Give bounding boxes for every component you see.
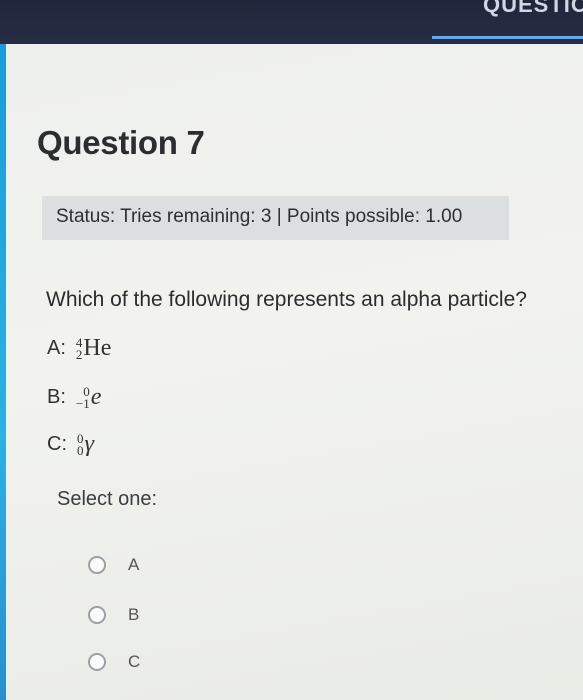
option-b[interactable]: B	[88, 605, 139, 625]
answer-b-label: B:	[47, 386, 66, 408]
atomic-number: −1	[75, 395, 90, 411]
status-text: Status: Tries remaining: 3 | Points poss…	[56, 206, 463, 227]
radio-button-c[interactable]	[88, 653, 106, 671]
answer-c: C: 0 0 γ	[47, 431, 94, 458]
helium-nuclide: 4 2 He	[76, 335, 111, 362]
particle-symbol: e	[90, 384, 102, 410]
answer-a-label: A:	[47, 337, 66, 359]
option-c[interactable]: C	[88, 652, 140, 672]
atomic-number: 2	[75, 346, 83, 362]
answer-a: A: 4 2 He	[47, 335, 111, 362]
option-b-label[interactable]: B	[128, 605, 139, 625]
status-box: Status: Tries remaining: 3 | Points poss…	[42, 196, 509, 240]
left-edge-accent	[0, 44, 6, 700]
radio-button-a[interactable]	[88, 556, 106, 574]
answer-b: B: 0 −1 e	[47, 384, 101, 411]
select-one-label: Select one:	[57, 488, 158, 510]
option-c-label[interactable]: C	[128, 652, 140, 672]
option-a[interactable]: A	[88, 555, 139, 575]
element-symbol: He	[83, 335, 112, 361]
question-title: Question 7	[37, 124, 205, 161]
question-prompt: Which of the following represents an alp…	[46, 288, 527, 311]
particle-symbol: γ	[84, 431, 94, 457]
electron-nuclide: 0 −1 e	[76, 384, 102, 411]
top-bar: QUESTIO	[0, 0, 583, 44]
active-tab-indicator	[432, 36, 583, 39]
atomic-number: 0	[77, 442, 84, 458]
option-a-label[interactable]: A	[128, 555, 139, 575]
radio-button-b[interactable]	[88, 606, 106, 624]
answer-c-label: C:	[47, 433, 67, 455]
questions-tab[interactable]: QUESTIO	[483, 0, 583, 18]
gamma-nuclide: 0 0 γ	[77, 431, 94, 458]
